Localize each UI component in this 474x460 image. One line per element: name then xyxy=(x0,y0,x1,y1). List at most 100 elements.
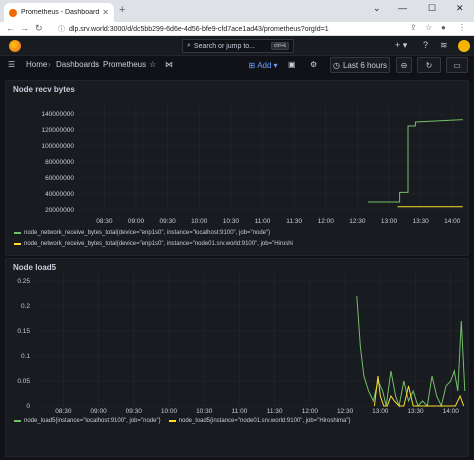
browser-address-bar: ← → ↻ ⓘ dlp.srv.world:3000/d/dc5bb299-6d… xyxy=(0,22,474,36)
legend-text: node_load5{instance="localhost:9100", jo… xyxy=(24,418,161,424)
new-plus-icon[interactable]: + ▾ xyxy=(395,40,407,51)
breadcrumb-separator-icon: › xyxy=(48,60,51,69)
y-tick-label: 0.1 xyxy=(21,353,30,360)
tab-close-icon[interactable]: ✕ xyxy=(102,8,109,17)
new-tab-icon[interactable]: + xyxy=(119,4,125,16)
dashboard-navbar: ☰ Home › Dashboards › Prometheus ☆ ⋈ ⊞ A… xyxy=(0,56,474,74)
x-tick-label: 13:00 xyxy=(381,218,398,225)
forward-icon[interactable]: → xyxy=(20,23,29,33)
share-icon[interactable]: ⇪ xyxy=(410,23,417,32)
x-tick-label: 10:00 xyxy=(191,218,208,225)
search-placeholder: Search or jump to... xyxy=(193,42,256,50)
x-tick-label: 10:30 xyxy=(196,408,213,415)
y-tick-label: 40000000 xyxy=(45,191,74,198)
breadcrumb-dashboards[interactable]: Dashboards xyxy=(56,60,99,69)
legend-swatch-green xyxy=(14,420,21,422)
x-tick-label: 09:30 xyxy=(159,218,176,225)
y-tick-label: 120000000 xyxy=(41,127,74,134)
y-tick-label: 0.2 xyxy=(21,303,30,310)
browser-tab[interactable]: Prometheus - Dashboards - Graf ✕ xyxy=(4,3,114,22)
bookmark-star-icon[interactable]: ☆ xyxy=(425,23,432,32)
grafana-logo-icon[interactable] xyxy=(9,40,21,52)
series-line-localhost[interactable] xyxy=(367,119,463,203)
help-icon[interactable]: ? xyxy=(423,40,428,50)
y-tick-label: 0 xyxy=(26,403,30,410)
y-tick-label: 80000000 xyxy=(45,159,74,166)
legend-row: node_network_receive_bytes_total{device=… xyxy=(14,230,270,236)
legend-row: node_load5{instance="localhost:9100", jo… xyxy=(14,418,359,424)
save-dashboard-icon[interactable]: ▣ xyxy=(288,60,296,69)
tab-search-icon[interactable]: ⌄ xyxy=(373,3,381,14)
zoom-out-button[interactable]: ⊖ xyxy=(396,57,412,73)
kiosk-icon: ▭ xyxy=(453,60,461,70)
y-tick-label: 20000000 xyxy=(45,207,74,214)
panel-node-load5: Node load5 0 0.05 0.1 0.15 0.2 0.25 08:30 09:00… xyxy=(5,258,469,457)
time-range-label: Last 6 hours xyxy=(342,60,387,70)
series-line-localhost[interactable] xyxy=(356,295,466,408)
search-input[interactable]: ⌕ Search or jump to... ctrl+k xyxy=(182,39,294,53)
zoom-out-icon: ⊖ xyxy=(400,60,408,70)
y-tick-label: 0.15 xyxy=(17,328,30,335)
breadcrumb-current: Prometheus xyxy=(103,60,147,69)
refresh-button[interactable]: ↻ xyxy=(417,57,441,73)
star-icon[interactable]: ☆ xyxy=(149,60,156,69)
x-tick-label: 11:30 xyxy=(286,218,302,225)
time-range-picker[interactable]: ◷ Last 6 hours xyxy=(330,57,390,73)
legend-row: node_network_receive_bytes_total{device=… xyxy=(14,241,293,247)
legend-text: node_load5{instance="node01.srv.world:91… xyxy=(178,418,351,424)
breadcrumb-separator-icon: › xyxy=(96,60,99,69)
legend-swatch-yellow xyxy=(168,420,176,422)
add-button[interactable]: ⊞ Add ▾ xyxy=(246,57,280,73)
view-mode-button[interactable]: ▭ xyxy=(446,57,468,73)
x-tick-label: 13:00 xyxy=(372,408,389,415)
breadcrumb-home[interactable]: Home xyxy=(26,60,47,69)
x-tick-label: 11:30 xyxy=(267,408,283,415)
settings-gear-icon[interactable]: ⚙ xyxy=(310,60,317,69)
y-tick-label: 140000000 xyxy=(41,111,74,118)
x-tick-label: 11:00 xyxy=(232,408,248,415)
grafana-favicon-icon xyxy=(9,8,17,17)
info-icon[interactable]: ⓘ xyxy=(58,24,65,34)
legend-item-localhost[interactable]: node_load5{instance="localhost:9100", jo… xyxy=(14,418,161,424)
legend-item-localhost[interactable]: node_network_receive_bytes_total{device=… xyxy=(24,230,270,236)
x-tick-label: 13:30 xyxy=(413,218,430,225)
news-rss-icon[interactable]: ≋ xyxy=(440,40,448,51)
chevron-down-icon: ▾ xyxy=(273,60,278,70)
y-tick-label: 100000000 xyxy=(41,143,74,150)
window-close-icon[interactable]: ✕ xyxy=(456,3,464,14)
x-tick-label: 08:30 xyxy=(96,218,113,225)
legend-item-node01[interactable]: node_load5{instance="node01.srv.world:91… xyxy=(168,418,351,424)
back-icon[interactable]: ← xyxy=(6,23,15,33)
profile-icon[interactable]: ● xyxy=(441,23,446,32)
y-tick-label: 60000000 xyxy=(45,175,74,182)
reload-icon[interactable]: ↻ xyxy=(35,23,43,34)
x-tick-label: 09:30 xyxy=(126,408,143,415)
legend-item-node01[interactable]: node_network_receive_bytes_total{device=… xyxy=(24,241,293,247)
x-tick-label: 08:30 xyxy=(55,408,72,415)
refresh-icon: ↻ xyxy=(425,60,433,70)
x-tick-label: 12:00 xyxy=(302,408,319,415)
share-dashboard-icon[interactable]: ⋈ xyxy=(165,60,173,69)
x-tick-label: 09:00 xyxy=(90,408,107,415)
load5-chart: 0 0.05 0.1 0.15 0.2 0.25 08:30 09:00 09:30 10:00 1… xyxy=(17,273,466,415)
menu-toggle-icon[interactable]: ☰ xyxy=(8,60,15,69)
url-text: dlp.srv.world:3000/d/dc5bb299-6d6e-4d56-… xyxy=(69,25,329,33)
x-tick-label: 11:00 xyxy=(255,218,271,225)
x-tick-label: 12:30 xyxy=(349,218,366,225)
x-tick-label: 14:00 xyxy=(444,218,461,225)
clock-icon: ◷ xyxy=(332,60,340,70)
maximize-icon[interactable]: ☐ xyxy=(428,3,436,14)
x-tick-label: 12:30 xyxy=(337,408,354,415)
user-avatar[interactable] xyxy=(458,40,470,52)
x-tick-label: 10:00 xyxy=(161,408,178,415)
legend-swatch-yellow xyxy=(14,243,21,245)
minimize-icon[interactable]: — xyxy=(398,3,407,13)
browser-menu-icon[interactable]: ⋮ xyxy=(458,23,466,32)
grafana-topbar: ⌕ Search or jump to... ctrl+k + ▾ ? ≋ xyxy=(0,36,474,56)
y-tick-label: 0.05 xyxy=(17,378,30,385)
x-tick-label: 10:30 xyxy=(223,218,240,225)
url-field[interactable]: ⓘ dlp.srv.world:3000/d/dc5bb299-6d6e-4d5… xyxy=(58,23,398,35)
x-tick-label: 13:30 xyxy=(407,408,424,415)
tab-title: Prometheus - Dashboards - Graf xyxy=(21,9,100,16)
legend-swatch-green xyxy=(14,232,21,234)
